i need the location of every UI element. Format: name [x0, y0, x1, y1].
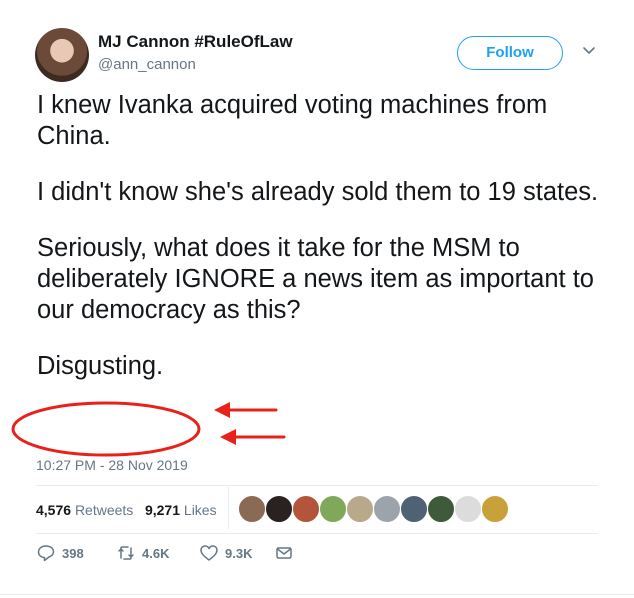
reply-count: 398 — [62, 545, 84, 561]
reply-button[interactable]: 398 — [36, 543, 84, 563]
liker-avatar[interactable] — [346, 495, 374, 523]
liker-avatar[interactable] — [319, 495, 347, 523]
liker-avatar[interactable] — [292, 495, 320, 523]
likes-count: 9,271 — [144, 502, 181, 518]
retweet-icon — [118, 546, 134, 560]
tweet-paragraph: Seriously, what does it take for the MSM… — [37, 234, 594, 324]
retweet-button[interactable]: 4.6K — [116, 543, 169, 563]
card-bottom-border — [0, 594, 634, 595]
liker-avatar[interactable] — [454, 495, 482, 523]
avatar[interactable] — [35, 28, 89, 82]
like-count: 9.3K — [225, 545, 253, 561]
liker-avatar[interactable] — [265, 495, 293, 523]
likes-stat[interactable]: 9,271 Likes — [145, 502, 217, 518]
retweets-stat[interactable]: 4,576 Retweets — [36, 502, 137, 518]
author-name[interactable]: MJ Cannon #RuleOfLaw — [98, 32, 293, 52]
reply-icon — [37, 545, 55, 562]
follow-button[interactable]: Follow — [457, 36, 563, 70]
direct-message-button[interactable] — [274, 543, 294, 563]
tweet-text: I knew Ivanka acquired voting machines f… — [37, 90, 607, 407]
author-handle[interactable]: @ann_cannon — [98, 56, 196, 73]
retweets-label: Retweets — [74, 502, 134, 518]
divider — [36, 485, 598, 486]
liker-avatar[interactable] — [427, 495, 455, 523]
chevron-down-icon[interactable] — [580, 42, 598, 60]
stats-separator — [228, 487, 229, 529]
likes-label: Likes — [183, 502, 217, 518]
retweet-count: 4.6K — [142, 545, 170, 561]
tweet-timestamp[interactable]: 10:27 PM - 28 Nov 2019 — [36, 457, 188, 473]
liker-avatar[interactable] — [400, 495, 428, 523]
tweet-paragraph-highlighted: Disgusting. — [37, 352, 164, 380]
tweet-paragraph: I knew Ivanka acquired voting machines f… — [37, 91, 548, 150]
liker-avatar[interactable] — [238, 495, 266, 523]
retweets-count: 4,576 — [36, 502, 72, 518]
engagement-stats: 4,576 Retweets 9,271 Likes — [36, 502, 217, 518]
annotation-arrow — [220, 429, 286, 445]
mail-icon — [276, 547, 292, 559]
like-button[interactable]: 9.3K — [199, 543, 252, 563]
liker-avatar[interactable] — [481, 495, 509, 523]
heart-icon — [200, 545, 218, 561]
liker-avatar[interactable] — [373, 495, 401, 523]
tweet-paragraph: I didn't know she's already sold them to… — [37, 178, 599, 206]
annotation-circle — [11, 401, 201, 457]
divider — [36, 533, 598, 534]
